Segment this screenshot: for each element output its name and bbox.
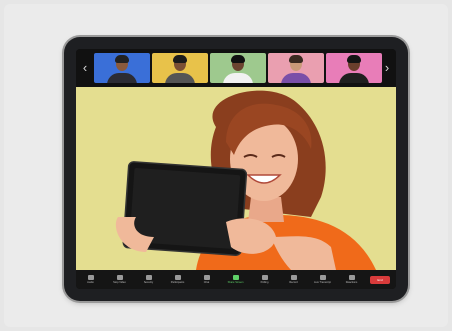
meeting-controls-bar: Audio Stop Video Security Participants Chat S… xyxy=(76,270,396,289)
control-live-transcript[interactable]: Live Transcript xyxy=(308,270,337,289)
participant-shirt xyxy=(223,73,253,83)
captions-icon xyxy=(319,275,326,280)
chat-icon xyxy=(203,275,210,280)
control-stop-video[interactable]: Stop Video xyxy=(105,270,134,289)
control-share-screen[interactable]: Share Screen xyxy=(221,270,250,289)
control-label: Participants xyxy=(170,281,185,284)
polling-icon xyxy=(261,275,268,280)
record-icon xyxy=(290,275,297,280)
control-label: Stop Video xyxy=(113,281,126,284)
active-speaker-video xyxy=(76,87,396,270)
participant-hair xyxy=(115,55,129,63)
smile-icon xyxy=(348,275,355,280)
participants-icon xyxy=(174,275,181,280)
chevron-left-icon[interactable]: ‹ xyxy=(79,57,91,79)
control-security[interactable]: Security xyxy=(134,270,163,289)
control-polling[interactable]: Polling xyxy=(250,270,279,289)
participant-hair xyxy=(289,55,303,63)
meeting-screen: ‹ › Audio Stop Video Security Participan… xyxy=(76,49,396,289)
control-label: Security xyxy=(143,281,154,284)
participant-hair xyxy=(231,55,245,63)
tablet-device: ‹ › Audio Stop Video Security Participan… xyxy=(64,37,408,301)
control-reactions[interactable]: Reactions xyxy=(337,270,366,289)
video-camera-icon xyxy=(116,275,123,280)
participant-thumbnail[interactable] xyxy=(210,53,266,83)
control-label: Share Screen xyxy=(227,281,244,284)
end-meeting-button[interactable]: End xyxy=(370,275,390,284)
participant-strip: ‹ › xyxy=(76,49,396,87)
participant-hair xyxy=(347,55,361,63)
control-label: Chat xyxy=(203,281,210,284)
control-audio[interactable]: Audio xyxy=(76,270,105,289)
control-label: Live Transcript xyxy=(314,281,331,284)
participant-shirt xyxy=(107,73,137,83)
participant-shirt xyxy=(165,73,195,83)
screenshot-card: ‹ › Audio Stop Video Security Participan… xyxy=(4,4,448,327)
chevron-right-icon[interactable]: › xyxy=(381,57,393,79)
participant-thumbnail[interactable] xyxy=(326,53,382,83)
control-record[interactable]: Record xyxy=(279,270,308,289)
share-screen-icon xyxy=(232,275,239,280)
speaker-illustration xyxy=(115,90,376,270)
microphone-icon xyxy=(87,275,94,280)
control-label: Audio xyxy=(87,281,94,284)
participant-thumbnail[interactable] xyxy=(152,53,208,83)
control-label: Record xyxy=(289,281,298,284)
control-chat[interactable]: Chat xyxy=(192,270,221,289)
control-label: Polling xyxy=(260,281,269,284)
participant-shirt xyxy=(281,73,311,83)
participant-thumbnail[interactable] xyxy=(268,53,324,83)
shield-icon xyxy=(145,275,152,280)
control-participants[interactable]: Participants xyxy=(163,270,192,289)
participant-hair xyxy=(173,55,187,63)
control-label: Reactions xyxy=(345,281,358,284)
participant-thumbnail[interactable] xyxy=(94,53,150,83)
participant-shirt xyxy=(339,73,369,83)
